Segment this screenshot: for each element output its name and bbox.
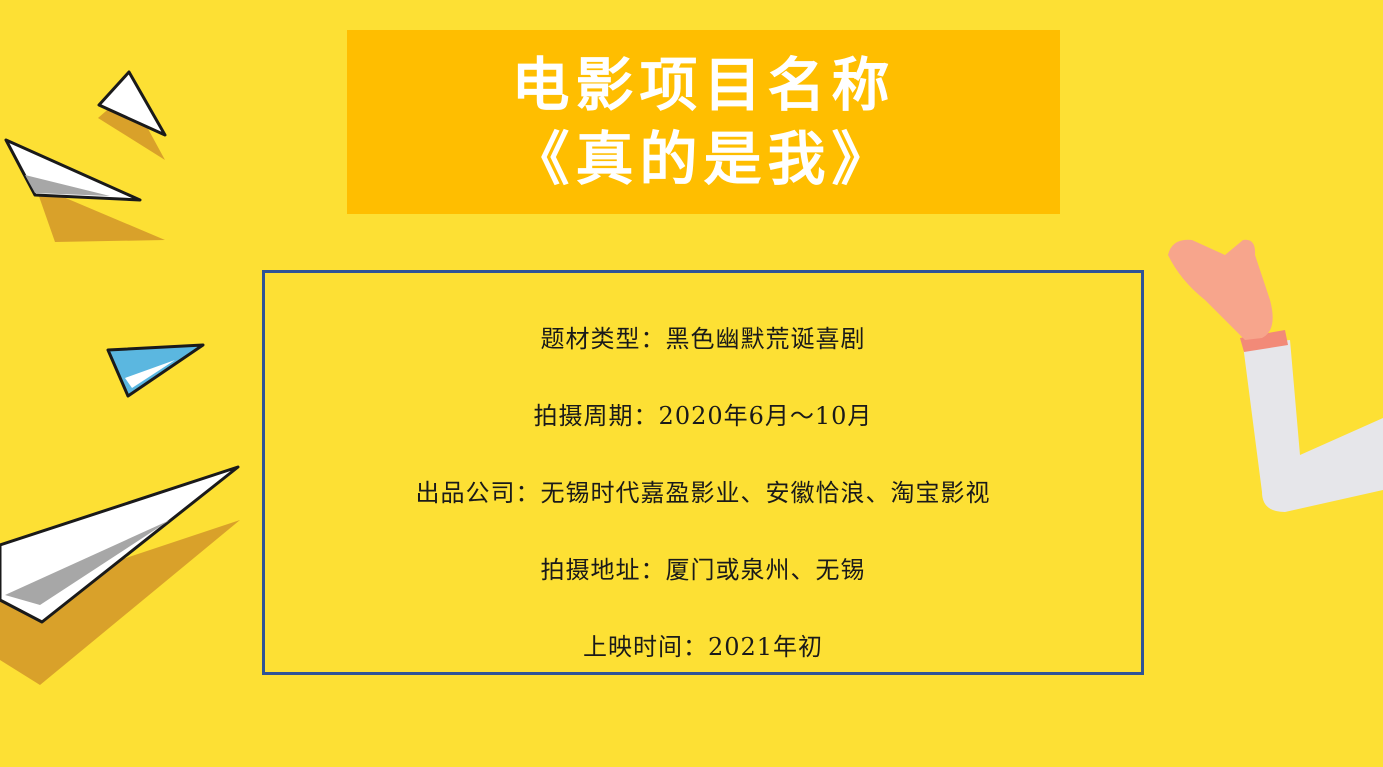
shooting-period-text: 拍摄周期：2020年6月～10月 [533, 402, 873, 430]
movie-name: 《真的是我》 [511, 125, 896, 193]
paper-plane-icon [106, 343, 205, 398]
paper-plane-icon [97, 70, 167, 160]
title-banner: 电影项目名称 《真的是我》 [347, 30, 1060, 214]
locations-text: 拍摄地址：厦门或泉州、无锡 [540, 556, 866, 584]
page-title: 电影项目名称 [511, 51, 896, 119]
paper-planes-decoration [0, 70, 240, 685]
paper-plane-icon [4, 138, 165, 242]
producers-text: 出品公司：无锡时代嘉盈影业、安徽恰浪、淘宝影视 [415, 479, 991, 507]
project-info-box: 题材类型：黑色幽默荒诞喜剧 拍摄周期：2020年6月～10月 出品公司：无锡时代… [262, 270, 1144, 675]
paper-plane-icon [0, 465, 240, 685]
genre-text: 题材类型：黑色幽默荒诞喜剧 [540, 325, 866, 353]
release-text: 上映时间：2021年初 [582, 633, 824, 661]
